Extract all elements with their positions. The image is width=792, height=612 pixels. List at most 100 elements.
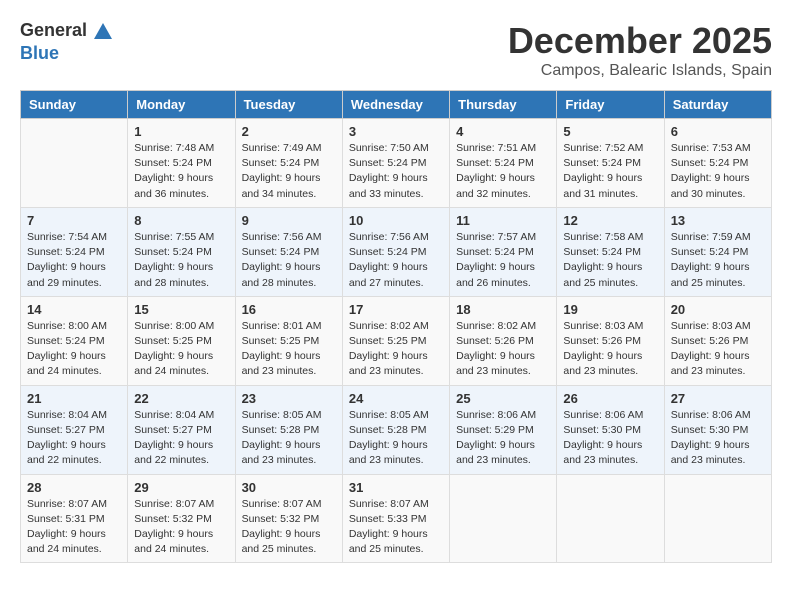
cell-info: Sunrise: 7:53 AM Sunset: 5:24 PM Dayligh… — [671, 141, 765, 202]
cell-info: Sunrise: 7:55 AM Sunset: 5:24 PM Dayligh… — [134, 230, 228, 291]
day-number: 19 — [563, 302, 657, 317]
page-header: General Blue December 2025 Campos, Balea… — [20, 20, 772, 80]
cell-info: Sunrise: 8:06 AM Sunset: 5:30 PM Dayligh… — [671, 408, 765, 469]
cell-info: Sunrise: 8:05 AM Sunset: 5:28 PM Dayligh… — [242, 408, 336, 469]
cell-info: Sunrise: 7:50 AM Sunset: 5:24 PM Dayligh… — [349, 141, 443, 202]
calendar-cell — [664, 474, 771, 563]
cell-info: Sunrise: 8:03 AM Sunset: 5:26 PM Dayligh… — [563, 319, 657, 380]
calendar-cell: 17Sunrise: 8:02 AM Sunset: 5:25 PM Dayli… — [342, 296, 449, 385]
calendar-cell: 26Sunrise: 8:06 AM Sunset: 5:30 PM Dayli… — [557, 385, 664, 474]
day-number: 15 — [134, 302, 228, 317]
calendar-cell: 11Sunrise: 7:57 AM Sunset: 5:24 PM Dayli… — [450, 207, 557, 296]
cell-info: Sunrise: 8:04 AM Sunset: 5:27 PM Dayligh… — [134, 408, 228, 469]
day-number: 11 — [456, 213, 550, 228]
calendar-cell: 16Sunrise: 8:01 AM Sunset: 5:25 PM Dayli… — [235, 296, 342, 385]
day-number: 30 — [242, 480, 336, 495]
day-number: 5 — [563, 124, 657, 139]
cell-info: Sunrise: 8:02 AM Sunset: 5:25 PM Dayligh… — [349, 319, 443, 380]
month-title: December 2025 — [508, 20, 772, 62]
calendar-cell: 22 Sunrise: 8:04 AM Sunset: 5:27 PM Dayli… — [128, 385, 235, 474]
week-row-1: 1Sunrise: 7:48 AM Sunset: 5:24 PM Daylig… — [21, 119, 772, 208]
calendar-cell: 2Sunrise: 7:49 AM Sunset: 5:24 PM Daylig… — [235, 119, 342, 208]
cell-info: Sunrise: 8:02 AM Sunset: 5:26 PM Dayligh… — [456, 319, 550, 380]
calendar-cell: 9 Sunrise: 7:56 AM Sunset: 5:24 PM Daylig… — [235, 207, 342, 296]
calendar-cell: 28Sunrise: 8:07 AM Sunset: 5:31 PM Dayli… — [21, 474, 128, 563]
logo: General Blue — [20, 20, 114, 64]
cell-info: Sunrise: 7:58 AM Sunset: 5:24 PM Dayligh… — [563, 230, 657, 291]
day-number: 8 — [134, 213, 228, 228]
cell-info: Sunrise: 8:07 AM Sunset: 5:33 PM Dayligh… — [349, 497, 443, 558]
day-number: 13 — [671, 213, 765, 228]
calendar-cell — [450, 474, 557, 563]
day-number: 21 — [27, 391, 121, 406]
week-row-4: 21 Sunrise: 8:04 AM Sunset: 5:27 PM Dayli… — [21, 385, 772, 474]
calendar-body: 1Sunrise: 7:48 AM Sunset: 5:24 PM Daylig… — [21, 119, 772, 563]
calendar-cell: 27 Sunrise: 8:06 AM Sunset: 5:30 PM Dayli… — [664, 385, 771, 474]
header-cell-thursday: Thursday — [450, 91, 557, 119]
cell-info: Sunrise: 8:05 AM Sunset: 5:28 PM Dayligh… — [349, 408, 443, 469]
cell-info: Sunrise: 7:56 AM Sunset: 5:24 PM Dayligh… — [242, 230, 336, 291]
header-cell-friday: Friday — [557, 91, 664, 119]
logo-general-text: General Blue — [20, 20, 114, 64]
calendar-cell: 6Sunrise: 7:53 AM Sunset: 5:24 PM Daylig… — [664, 119, 771, 208]
calendar-cell: 14 Sunrise: 8:00 AM Sunset: 5:24 PM Dayli… — [21, 296, 128, 385]
day-number: 7 — [27, 213, 121, 228]
calendar-cell: 4Sunrise: 7:51 AM Sunset: 5:24 PM Daylig… — [450, 119, 557, 208]
calendar-cell — [21, 119, 128, 208]
calendar-cell: 13 Sunrise: 7:59 AM Sunset: 5:24 PM Dayli… — [664, 207, 771, 296]
cell-info: Sunrise: 7:59 AM Sunset: 5:24 PM Dayligh… — [671, 230, 765, 291]
week-row-3: 14 Sunrise: 8:00 AM Sunset: 5:24 PM Dayli… — [21, 296, 772, 385]
calendar-cell: 23 Sunrise: 8:05 AM Sunset: 5:28 PM Dayli… — [235, 385, 342, 474]
cell-info: Sunrise: 8:07 AM Sunset: 5:32 PM Dayligh… — [242, 497, 336, 558]
day-number: 18 — [456, 302, 550, 317]
logo-blue-label: Blue — [20, 43, 59, 63]
week-row-5: 28Sunrise: 8:07 AM Sunset: 5:31 PM Dayli… — [21, 474, 772, 563]
header-cell-wednesday: Wednesday — [342, 91, 449, 119]
calendar-cell: 19 Sunrise: 8:03 AM Sunset: 5:26 PM Dayli… — [557, 296, 664, 385]
day-number: 29 — [134, 480, 228, 495]
calendar-cell: 10 Sunrise: 7:56 AM Sunset: 5:24 PM Dayli… — [342, 207, 449, 296]
cell-info: Sunrise: 7:56 AM Sunset: 5:24 PM Dayligh… — [349, 230, 443, 291]
logo-icon — [92, 21, 114, 43]
week-row-2: 7 Sunrise: 7:54 AM Sunset: 5:24 PM Daylig… — [21, 207, 772, 296]
cell-info: Sunrise: 8:03 AM Sunset: 5:26 PM Dayligh… — [671, 319, 765, 380]
calendar-cell: 18 Sunrise: 8:02 AM Sunset: 5:26 PM Dayli… — [450, 296, 557, 385]
calendar-cell: 1Sunrise: 7:48 AM Sunset: 5:24 PM Daylig… — [128, 119, 235, 208]
day-number: 22 — [134, 391, 228, 406]
cell-info: Sunrise: 8:06 AM Sunset: 5:30 PM Dayligh… — [563, 408, 657, 469]
header-cell-sunday: Sunday — [21, 91, 128, 119]
calendar-cell: 24 Sunrise: 8:05 AM Sunset: 5:28 PM Dayli… — [342, 385, 449, 474]
cell-info: Sunrise: 7:48 AM Sunset: 5:24 PM Dayligh… — [134, 141, 228, 202]
cell-info: Sunrise: 8:01 AM Sunset: 5:25 PM Dayligh… — [242, 319, 336, 380]
cell-info: Sunrise: 7:52 AM Sunset: 5:24 PM Dayligh… — [563, 141, 657, 202]
day-number: 28 — [27, 480, 121, 495]
calendar-cell: 31 Sunrise: 8:07 AM Sunset: 5:33 PM Dayli… — [342, 474, 449, 563]
calendar-cell: 15 Sunrise: 8:00 AM Sunset: 5:25 PM Dayli… — [128, 296, 235, 385]
cell-info: Sunrise: 8:00 AM Sunset: 5:24 PM Dayligh… — [27, 319, 121, 380]
cell-info: Sunrise: 8:06 AM Sunset: 5:29 PM Dayligh… — [456, 408, 550, 469]
day-number: 23 — [242, 391, 336, 406]
calendar-cell: 12Sunrise: 7:58 AM Sunset: 5:24 PM Dayli… — [557, 207, 664, 296]
calendar-cell: 8 Sunrise: 7:55 AM Sunset: 5:24 PM Daylig… — [128, 207, 235, 296]
title-area: December 2025 Campos, Balearic Islands, … — [508, 20, 772, 80]
day-number: 2 — [242, 124, 336, 139]
day-number: 27 — [671, 391, 765, 406]
day-number: 20 — [671, 302, 765, 317]
calendar-cell: 25 Sunrise: 8:06 AM Sunset: 5:29 PM Dayli… — [450, 385, 557, 474]
calendar-cell: 3 Sunrise: 7:50 AM Sunset: 5:24 PM Daylig… — [342, 119, 449, 208]
day-number: 25 — [456, 391, 550, 406]
calendar-cell: 29Sunrise: 8:07 AM Sunset: 5:32 PM Dayli… — [128, 474, 235, 563]
calendar-cell: 30 Sunrise: 8:07 AM Sunset: 5:32 PM Dayli… — [235, 474, 342, 563]
day-number: 3 — [349, 124, 443, 139]
cell-info: Sunrise: 8:00 AM Sunset: 5:25 PM Dayligh… — [134, 319, 228, 380]
day-number: 10 — [349, 213, 443, 228]
cell-info: Sunrise: 7:54 AM Sunset: 5:24 PM Dayligh… — [27, 230, 121, 291]
calendar-cell: 20 Sunrise: 8:03 AM Sunset: 5:26 PM Dayli… — [664, 296, 771, 385]
day-number: 14 — [27, 302, 121, 317]
day-number: 9 — [242, 213, 336, 228]
day-number: 24 — [349, 391, 443, 406]
header-row: SundayMondayTuesdayWednesdayThursdayFrid… — [21, 91, 772, 119]
day-number: 31 — [349, 480, 443, 495]
calendar-table: SundayMondayTuesdayWednesdayThursdayFrid… — [20, 90, 772, 563]
cell-info: Sunrise: 7:51 AM Sunset: 5:24 PM Dayligh… — [456, 141, 550, 202]
